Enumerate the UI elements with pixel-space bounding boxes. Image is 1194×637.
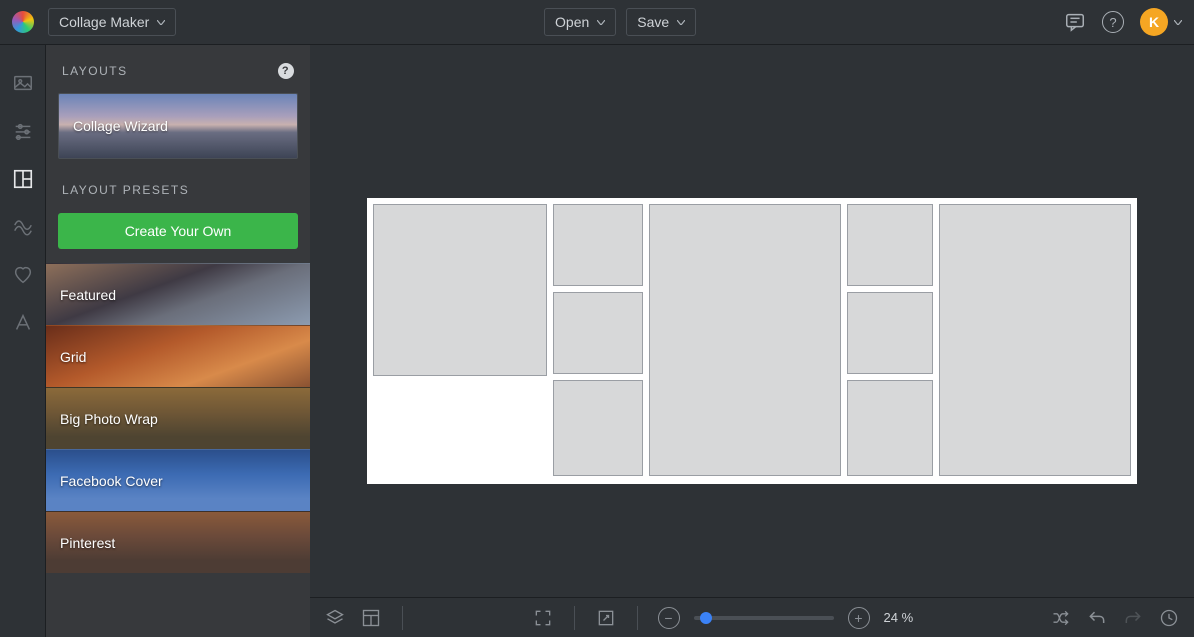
collage-cell[interactable] bbox=[939, 204, 1131, 476]
open-dropdown[interactable]: Open bbox=[544, 8, 616, 36]
preset-label: Big Photo Wrap bbox=[60, 411, 158, 427]
topbar-center: Open Save bbox=[544, 8, 696, 36]
collage-cell[interactable] bbox=[553, 204, 643, 286]
panel-header: LAYOUTS ? bbox=[46, 45, 310, 89]
chevron-down-icon bbox=[597, 20, 605, 25]
preset-label: Pinterest bbox=[60, 535, 115, 551]
preset-pin[interactable]: Pinterest bbox=[46, 511, 310, 573]
account-menu[interactable]: K bbox=[1140, 8, 1182, 36]
layouts-panel: LAYOUTS ? Collage Wizard LAYOUT PRESETS … bbox=[46, 45, 310, 637]
zoom-percent: 24 % bbox=[884, 610, 928, 625]
tool-favorites[interactable] bbox=[11, 263, 35, 287]
separator bbox=[637, 606, 638, 630]
collage-cell[interactable] bbox=[847, 292, 933, 374]
create-own-button[interactable]: Create Your Own bbox=[58, 213, 298, 249]
tool-text[interactable] bbox=[11, 311, 35, 335]
save-dropdown[interactable]: Save bbox=[626, 8, 696, 36]
zoom-out-button[interactable]: − bbox=[658, 607, 680, 629]
layers-icon[interactable] bbox=[324, 607, 346, 629]
preset-label: Featured bbox=[60, 287, 116, 303]
chevron-down-icon bbox=[1174, 20, 1182, 25]
mode-dropdown[interactable]: Collage Maker bbox=[48, 8, 176, 36]
save-label: Save bbox=[637, 14, 669, 30]
create-label: Create Your Own bbox=[125, 223, 232, 239]
history-icon[interactable] bbox=[1158, 607, 1180, 629]
preset-label: Facebook Cover bbox=[60, 473, 163, 489]
open-label: Open bbox=[555, 14, 589, 30]
shuffle-icon[interactable] bbox=[1050, 607, 1072, 629]
fit-screen-icon[interactable] bbox=[532, 607, 554, 629]
panel-help-icon[interactable]: ? bbox=[278, 63, 294, 79]
avatar-letter: K bbox=[1149, 14, 1159, 30]
separator bbox=[574, 606, 575, 630]
tool-patterns[interactable] bbox=[11, 215, 35, 239]
chevron-down-icon bbox=[677, 20, 685, 25]
collage-cell[interactable] bbox=[847, 204, 933, 286]
preset-featured[interactable]: Featured bbox=[46, 263, 310, 325]
topbar-right: ? K bbox=[1064, 8, 1182, 36]
preset-wrap[interactable]: Big Photo Wrap bbox=[46, 387, 310, 449]
separator bbox=[402, 606, 403, 630]
avatar: K bbox=[1140, 8, 1168, 36]
preset-grid[interactable]: Grid bbox=[46, 325, 310, 387]
preset-fb[interactable]: Facebook Cover bbox=[46, 449, 310, 511]
canvas-area[interactable] bbox=[310, 45, 1194, 637]
tool-adjust[interactable] bbox=[11, 119, 35, 143]
redo-icon[interactable] bbox=[1122, 607, 1144, 629]
tool-image[interactable] bbox=[11, 71, 35, 95]
tool-layouts[interactable] bbox=[11, 167, 35, 191]
chevron-down-icon bbox=[157, 20, 165, 25]
mode-label: Collage Maker bbox=[59, 14, 149, 30]
help-icon[interactable]: ? bbox=[1102, 11, 1124, 33]
zoom-in-button[interactable]: + bbox=[848, 607, 870, 629]
wizard-label: Collage Wizard bbox=[73, 118, 168, 134]
layouts-title: LAYOUTS bbox=[62, 64, 128, 78]
grid-settings-icon[interactable] bbox=[360, 607, 382, 629]
collage-canvas[interactable] bbox=[367, 198, 1137, 484]
app-logo[interactable] bbox=[12, 11, 34, 33]
bottombar: − + 24 % bbox=[310, 597, 1194, 637]
expand-icon[interactable] bbox=[595, 607, 617, 629]
collage-cell[interactable] bbox=[373, 204, 547, 376]
zoom-knob[interactable] bbox=[700, 612, 712, 624]
collage-cell[interactable] bbox=[649, 204, 841, 476]
collage-cell[interactable] bbox=[553, 380, 643, 476]
presets-title: LAYOUT PRESETS bbox=[46, 173, 310, 207]
undo-icon[interactable] bbox=[1086, 607, 1108, 629]
collage-cell[interactable] bbox=[553, 292, 643, 374]
topbar: Collage Maker Open Save bbox=[0, 0, 1194, 45]
collage-wizard-card[interactable]: Collage Wizard bbox=[58, 93, 298, 159]
toolstrip bbox=[0, 45, 46, 637]
preset-label: Grid bbox=[60, 349, 86, 365]
zoom-slider[interactable] bbox=[694, 616, 834, 620]
collage-cell[interactable] bbox=[847, 380, 933, 476]
comments-icon[interactable] bbox=[1064, 11, 1086, 33]
